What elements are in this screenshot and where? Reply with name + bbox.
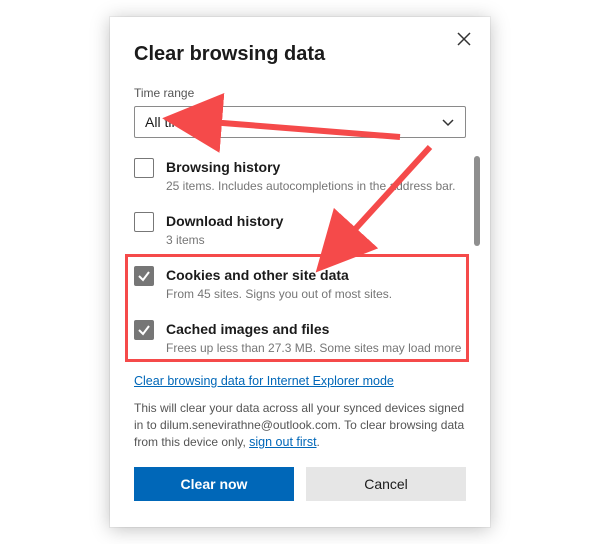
button-row: Clear now Cancel	[134, 467, 466, 501]
clear-now-button[interactable]: Clear now	[134, 467, 294, 501]
ie-mode-link[interactable]: Clear browsing data for Internet Explore…	[134, 374, 394, 388]
close-icon	[457, 32, 471, 46]
data-type-list: Browsing history 25 items. Includes auto…	[134, 156, 466, 358]
checkbox-download-history[interactable]	[134, 212, 154, 232]
clear-browsing-data-dialog: Clear browsing data Time range All time …	[110, 17, 490, 527]
check-icon	[137, 269, 151, 283]
time-range-select[interactable]: All time	[134, 106, 466, 138]
item-title: Browsing history	[166, 158, 456, 176]
list-item: Cached images and files Frees up less th…	[134, 318, 466, 358]
sync-footnote: This will clear your data across all you…	[134, 400, 466, 451]
item-sub: Frees up less than 27.3 MB. Some sites m…	[166, 340, 461, 356]
checkbox-browsing-history[interactable]	[134, 158, 154, 178]
item-sub: 3 items	[166, 232, 283, 248]
scrollbar-thumb[interactable]	[474, 156, 480, 246]
time-range-value: All time	[145, 114, 191, 130]
sign-out-link[interactable]: sign out first	[249, 435, 316, 449]
item-title: Cached images and files	[166, 320, 461, 338]
item-sub: From 45 sites. Signs you out of most sit…	[166, 286, 392, 302]
cancel-button[interactable]: Cancel	[306, 467, 466, 501]
time-range-label: Time range	[134, 86, 466, 100]
checkbox-cached[interactable]	[134, 320, 154, 340]
item-title: Download history	[166, 212, 283, 230]
check-icon	[137, 323, 151, 337]
item-title: Cookies and other site data	[166, 266, 392, 284]
chevron-down-icon	[441, 115, 455, 129]
dialog-title: Clear browsing data	[134, 43, 466, 66]
footnote-text-end: .	[317, 435, 320, 449]
list-item: Cookies and other site data From 45 site…	[134, 264, 466, 304]
item-sub: 25 items. Includes autocompletions in th…	[166, 178, 456, 194]
checkbox-cookies[interactable]	[134, 266, 154, 286]
close-button[interactable]	[452, 27, 476, 51]
list-item: Browsing history 25 items. Includes auto…	[134, 156, 466, 196]
list-item: Download history 3 items	[134, 210, 466, 250]
